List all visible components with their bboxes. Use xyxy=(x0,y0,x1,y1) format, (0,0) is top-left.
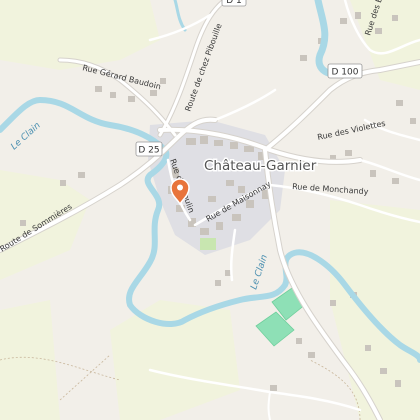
route-shield-d100: D 100 xyxy=(327,63,363,79)
park-area xyxy=(200,238,216,250)
town-label: Château-Garnier xyxy=(204,158,317,174)
route-shield-d25: D 25 xyxy=(135,141,163,157)
route-label-d100: D 100 xyxy=(332,68,359,78)
street-label-violettes: Rue des Violettes xyxy=(317,119,387,142)
street-label-gerard-baudoin: Rue Gérard Baudoin xyxy=(82,62,163,91)
water-label-le-clain-west: Le Clain xyxy=(9,121,43,153)
map-canvas: D 100 D 25 D 1 Rue Gérard Baudoin Route … xyxy=(0,0,420,420)
street-label-monchandy: Rue de Monchandy xyxy=(292,182,369,196)
route-label-top: D 1 xyxy=(226,0,242,6)
map-view[interactable]: D 100 D 25 D 1 Rue Gérard Baudoin Route … xyxy=(0,0,420,420)
water-label-le-clain-south: Le Clain xyxy=(249,253,270,291)
route-shield-top: D 1 xyxy=(221,0,247,7)
route-label-d25: D 25 xyxy=(138,146,159,156)
